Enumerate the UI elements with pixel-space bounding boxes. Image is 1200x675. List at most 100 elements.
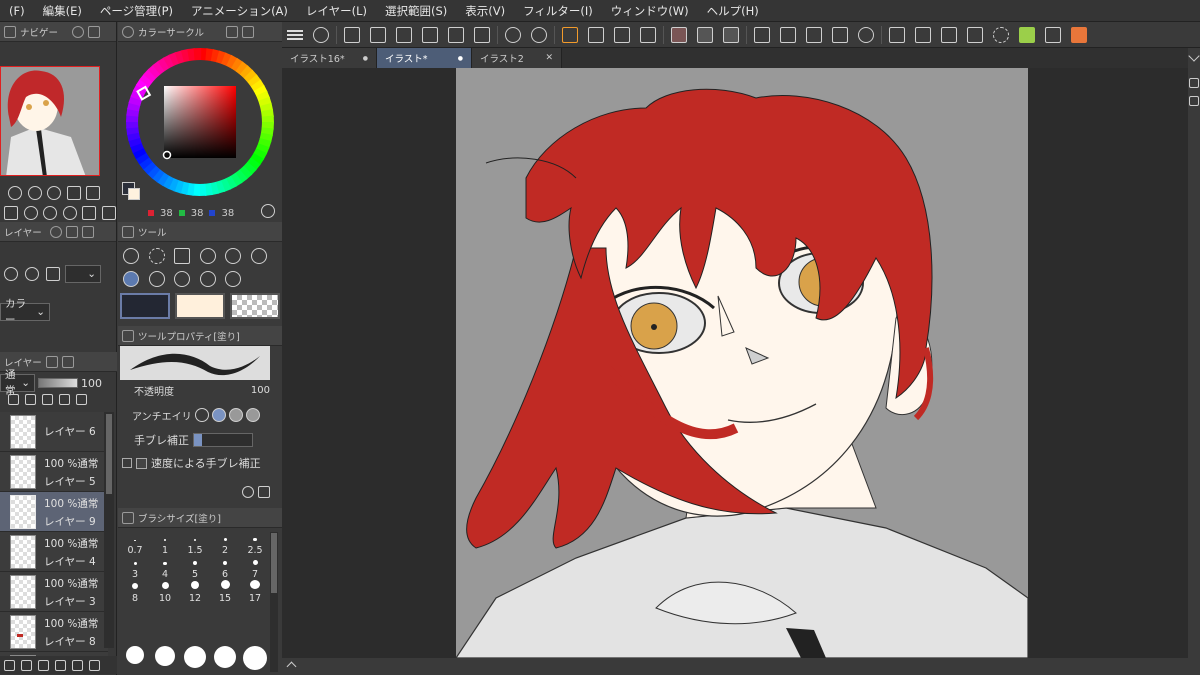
brush-size-cell[interactable]: 15 [210,580,240,604]
menu-item[interactable]: ページ管理(P) [91,0,182,22]
stabilization-slider[interactable] [193,433,253,447]
layer-row[interactable]: 100 %通常 レイヤー 3 [0,572,108,612]
panel-toggle-icon[interactable] [1189,96,1199,106]
selection-deselect-icon[interactable] [671,26,687,43]
actual-size-icon[interactable] [66,186,81,200]
tool-panel-tab-label[interactable]: ツール [138,225,167,239]
effect-dropdown[interactable]: ⌄ [65,265,101,283]
ruler-snap-icon[interactable] [754,26,770,43]
chevron-up-icon[interactable] [286,661,297,672]
draw-mode-icon[interactable] [1019,26,1035,43]
large-brush-dot[interactable] [243,646,267,670]
sub-color-large-swatch[interactable] [175,293,225,319]
layer-search-tab-icon[interactable] [45,355,58,368]
new-folder-icon[interactable] [38,659,49,671]
layer-name[interactable]: レイヤー 8 [44,634,96,649]
menu-item[interactable]: (F) [0,0,34,22]
tool-property-tab-label[interactable]: ツールプロパティ[塗り] [138,329,240,343]
large-brush-dot[interactable] [126,646,144,664]
intermediate-color-tab-icon[interactable] [242,25,255,38]
open-folder-icon[interactable] [370,26,386,43]
antialias-medium-icon[interactable] [228,408,243,422]
invert-selection-icon[interactable] [697,26,713,43]
layer-property-tab-label[interactable]: レイヤー [4,225,42,239]
brush-size-cell[interactable]: 1.5 [180,532,210,556]
brush-size-cell[interactable]: 10 [150,580,180,604]
brush-size-cell[interactable]: 1 [150,532,180,556]
panel-toggle-icon[interactable] [1189,78,1199,88]
move-tool-icon[interactable] [199,248,216,264]
layer-name[interactable]: レイヤー 4 [44,554,96,569]
new-vector-layer-icon[interactable] [21,659,32,671]
layer-scrollbar[interactable] [104,412,114,648]
rotate-icon[interactable] [993,26,1009,43]
flip-vertical-icon[interactable] [101,206,116,220]
color-wheel[interactable] [126,48,274,196]
layer-name[interactable]: レイヤー 5 [44,474,96,489]
layer-thumbnail[interactable] [10,495,36,529]
main-sub-color-swatch[interactable] [122,182,140,200]
perspective-icon[interactable] [889,26,905,43]
layer-name[interactable]: レイヤー 9 [44,514,96,529]
color-space-toggle-icon[interactable] [261,204,275,218]
layer-row[interactable]: 100 %通常 レイヤー 9 [0,492,108,532]
reference-layer-icon[interactable] [59,394,70,405]
transparent-color-swatch[interactable] [230,293,280,319]
brush-size-cell[interactable]: 2 [210,532,240,556]
menu-item[interactable]: アニメーション(A) [182,0,297,22]
special-ruler-snap-icon[interactable] [780,26,796,43]
brush-size-scrollbar[interactable] [270,532,278,672]
layer-name[interactable]: レイヤー 6 [44,424,96,439]
layer-thumbnail[interactable] [10,575,36,609]
brush-size-cell[interactable]: 7 [240,556,270,580]
color-set-tab-icon[interactable] [226,25,239,38]
menu-item[interactable]: 選択範囲(S) [376,0,456,22]
export-jpg-icon[interactable] [422,26,438,43]
menu-item[interactable]: ウィンドウ(W) [602,0,698,22]
large-brush-dot[interactable] [184,646,206,668]
document-tab[interactable]: イラスト2 ✕ [472,48,562,68]
border-effect-icon[interactable] [4,267,18,281]
wrench-icon[interactable] [258,486,270,498]
redo-rotate-icon[interactable] [43,206,57,220]
reset-tool-icon[interactable] [242,486,254,498]
export-png-icon[interactable] [448,26,464,43]
eraser-tool-icon[interactable] [199,271,216,287]
layer-thumbnail[interactable] [10,415,36,449]
export-psd-icon[interactable] [474,26,490,43]
info-tab-icon[interactable] [88,25,101,38]
brush-size-cell[interactable]: 12 [180,580,210,604]
draft-layer-icon[interactable] [76,394,87,405]
antialias-weak-icon[interactable] [211,408,226,422]
blend-mode-dropdown[interactable]: 通常 ⌄ [0,369,35,397]
menu-icon[interactable] [287,27,303,43]
layer-row[interactable]: 100 %通常 レイヤー 4 [0,532,108,572]
clear-icon[interactable] [562,26,578,43]
layer-name[interactable]: レイヤー 3 [44,594,96,609]
layer-row[interactable]: レイヤー 6 [0,412,108,452]
material-tab-icon[interactable] [81,225,94,238]
zoom-in-icon[interactable] [27,186,42,200]
brush-size-cell[interactable]: 5 [180,556,210,580]
fill-tool-icon[interactable] [225,271,241,287]
brush-color-icon[interactable] [1071,26,1087,43]
selection-show-icon[interactable] [723,26,739,43]
opacity-slider[interactable] [38,378,78,388]
menu-item[interactable]: フィルター(I) [514,0,602,22]
sub-color-swatch[interactable] [128,188,140,200]
antialias-strong-icon[interactable] [245,408,260,422]
layer-thumbnail[interactable] [10,535,36,569]
curve-icon[interactable] [967,26,983,43]
flip-horizontal-icon[interactable] [82,206,96,220]
brush-size-scroll-thumb[interactable] [271,533,277,593]
brush-size-cell[interactable]: 4 [150,556,180,580]
trash-icon[interactable] [89,659,100,671]
zoom-tool-icon[interactable] [123,248,139,264]
unsaved-dot-icon[interactable]: ● [458,55,463,62]
brush-size-cell[interactable]: 3 [120,556,150,580]
tone-effect-icon[interactable] [46,267,60,281]
undo-icon[interactable] [505,26,521,43]
layer-move-tool-icon[interactable] [174,248,190,264]
clip-icon[interactable] [8,394,19,405]
menu-item[interactable]: ヘルプ(H) [698,0,768,22]
